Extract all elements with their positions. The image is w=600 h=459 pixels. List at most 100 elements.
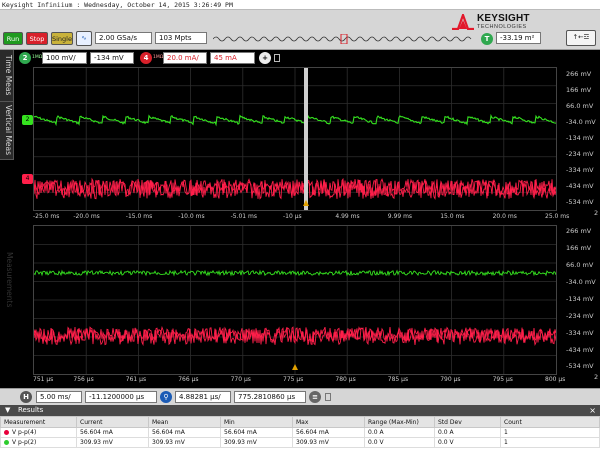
zoom-waveform-grid[interactable] (33, 225, 557, 375)
results-toggle-icon[interactable]: ▼ (5, 405, 10, 416)
single-button[interactable]: Single (51, 32, 73, 45)
cell-count: 1 (500, 427, 600, 438)
menu-stub-icon[interactable] (274, 54, 280, 62)
trigger-marker[interactable]: T (481, 33, 493, 45)
ch4-ground-marker[interactable]: 4 (22, 174, 33, 184)
zoom-window-marker[interactable] (304, 68, 308, 210)
ch4-badge[interactable]: 4 (140, 52, 152, 64)
zoom-icon: ⚲ (163, 393, 169, 401)
upper-y-label: -134 mV (566, 134, 594, 142)
measurement-name: V p-p(4) (0, 427, 77, 438)
trigger-position-icon (303, 200, 309, 206)
x-tick-label: -10.0 ms (178, 213, 205, 220)
add-icon: + (262, 54, 268, 62)
window-title: Keysight Infiniium : Wednesday, October … (0, 0, 600, 10)
ch2-color-dot (4, 440, 9, 445)
cell-max: 56.604 mA (292, 427, 365, 438)
cell-range: 0.0 A (364, 427, 435, 438)
results-header[interactable]: ▼ Results × (0, 405, 600, 416)
zoom-adjust-button[interactable]: ≡ (309, 391, 321, 403)
results-panel: ▼ Results × Measurement Current Mean Min… (0, 405, 600, 459)
brand-name: KEYSIGHT (477, 13, 530, 24)
memory-depth-field[interactable]: 103 Mpts (155, 32, 207, 44)
keysight-logo: KEYSIGHT TECHNOLOGIES (452, 12, 542, 34)
tab-time-meas[interactable]: Time Meas (0, 50, 14, 102)
close-icon[interactable]: × (589, 405, 596, 416)
x-tick-label: 795 µs (492, 376, 513, 383)
ch4-color-dot (4, 430, 9, 435)
graticule (34, 226, 556, 374)
upper-y-label: -234 mV (566, 150, 594, 158)
x-tick-label: 785 µs (387, 376, 409, 383)
results-header-row: Measurement Current Mean Min Max Range (… (0, 416, 600, 428)
upper-y-label: -34.0 mV (566, 118, 596, 126)
x-tick-label: -15.0 ms (125, 213, 153, 220)
column-header[interactable]: Mean (148, 416, 221, 428)
cell-std-dev: 0.0 A (434, 427, 501, 438)
tab-measurements[interactable]: Measurements (0, 220, 14, 340)
tab-vertical-meas[interactable]: Vertical Meas (0, 102, 14, 160)
cell-max: 309.93 mV (292, 437, 365, 448)
column-header[interactable]: Range (Max-Min) (364, 416, 435, 428)
zoom-badge[interactable]: ⚲ (160, 391, 172, 403)
ch4-offset-field[interactable]: 45 mA (210, 52, 255, 64)
acquisition-mode-button[interactable]: ∿ (76, 31, 92, 46)
results-table: Measurement Current Mean Min Max Range (… (0, 416, 600, 448)
lower-y-label: -434 mV (566, 346, 594, 354)
upper-y-label: -434 mV (566, 182, 594, 190)
x-tick-label: -10 µs (283, 213, 302, 220)
add-channel-button[interactable]: + (259, 52, 271, 64)
x-tick-label: -25.0 ms (33, 213, 60, 220)
keysight-wave-logo-icon (452, 14, 474, 30)
ch2-ground-marker[interactable]: 2 (22, 115, 33, 125)
stop-button[interactable]: Stop (26, 32, 48, 45)
lower-scale-index: 2 (594, 373, 599, 381)
lower-y-label: -234 mV (566, 312, 594, 320)
ch2-scale-field[interactable]: 100 mV/ (42, 52, 87, 64)
x-tick-label: 4.99 ms (335, 213, 360, 220)
time-scale-field[interactable]: 5.00 ms/ (36, 391, 82, 403)
cell-mean: 56.604 mA (148, 427, 221, 438)
zoom-scale-field[interactable]: 4.88281 µs/ (175, 391, 231, 403)
menu-stub-icon[interactable] (325, 393, 331, 401)
cell-range: 0.0 V (364, 437, 435, 448)
x-tick-label: 756 µs (73, 376, 94, 383)
column-header[interactable]: Min (220, 416, 293, 428)
column-header[interactable]: Max (292, 416, 365, 428)
cell-mean: 309.93 mV (148, 437, 221, 448)
trigger-position-icon (292, 364, 298, 370)
column-header[interactable]: Current (76, 416, 149, 428)
ch4-scale-field[interactable]: 20.0 mA/ (163, 52, 207, 64)
sample-rate-field[interactable]: 2.00 GSa/s (95, 32, 152, 44)
horizontal-badge[interactable]: H (20, 391, 32, 403)
trigger-edge-button[interactable]: ↑←☲ (566, 30, 596, 46)
main-waveform-grid[interactable] (33, 67, 557, 211)
zoom-position-field[interactable]: 775.2810860 µs (234, 391, 306, 403)
knob-icon: ≡ (312, 393, 318, 401)
time-position-field[interactable]: -11.1200000 µs (85, 391, 157, 403)
x-tick-label: 800 µs (545, 376, 566, 383)
column-header[interactable]: Measurement (0, 416, 77, 428)
ch2-badge[interactable]: 2 (19, 52, 31, 64)
x-tick-label: 15.0 ms (440, 213, 465, 220)
run-button[interactable]: Run (3, 32, 23, 45)
table-row[interactable]: V p-p(2) 309.93 mV 309.93 mV 309.93 mV 3… (0, 437, 600, 448)
lower-y-label: -34.0 mV (566, 278, 596, 286)
column-header[interactable]: Std Dev (434, 416, 501, 428)
ch2-offset-field[interactable]: -134 mV (90, 52, 134, 64)
lower-y-label: 166 mV (566, 244, 592, 252)
x-tick-label: 9.99 ms (387, 213, 413, 220)
measurement-name: V p-p(2) (0, 437, 77, 448)
column-header[interactable]: Count (500, 416, 600, 428)
table-row[interactable]: V p-p(4) 56.604 mA 56.604 mA 56.604 mA 5… (0, 427, 600, 438)
upper-x-axis: -25.0 ms -20.0 ms -15.0 ms -10.0 ms -5.01 ms… (33, 213, 569, 223)
cell-count: 1 (500, 437, 600, 448)
waveform-icon: ∿ (81, 34, 87, 42)
upper-y-label: 266 mV (566, 70, 592, 78)
x-tick-label: 790 µs (440, 376, 461, 383)
cell-min: 309.93 mV (220, 437, 293, 448)
cell-std-dev: 0.0 V (434, 437, 501, 448)
upper-y-label: 166 mV (566, 86, 592, 94)
waveform-overview[interactable] (213, 34, 475, 44)
x-tick-label: 751 µs (33, 376, 54, 383)
